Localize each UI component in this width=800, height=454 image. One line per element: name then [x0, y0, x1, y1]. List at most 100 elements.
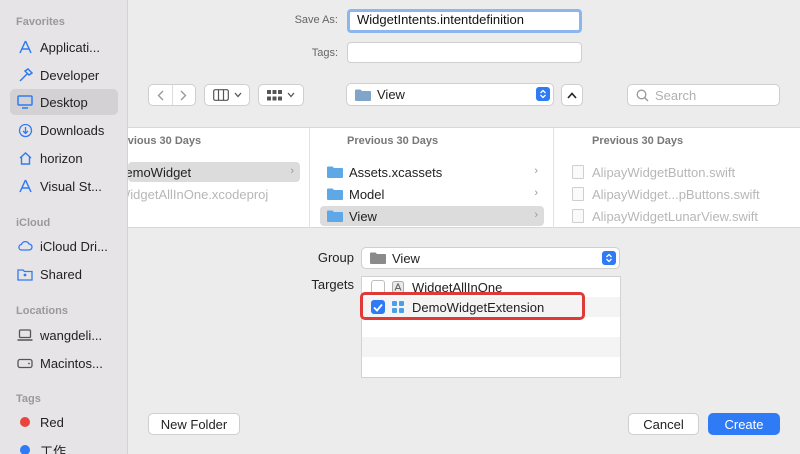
harddisk-icon: [16, 358, 34, 369]
column-header: Previous 30 Days: [128, 135, 202, 147]
location-popup[interactable]: View: [346, 83, 554, 106]
chevron-down-icon: [287, 92, 295, 98]
sidebar-item-tag-work[interactable]: 工作: [10, 437, 118, 454]
folder-icon: [327, 166, 343, 178]
chevron-left-icon: [157, 90, 164, 100]
tags-field[interactable]: [347, 42, 582, 63]
swift-file-icon: [572, 209, 584, 223]
sidebar-item-label: Red: [40, 414, 64, 430]
sidebar-item-macintosh-hd[interactable]: Macintos...: [10, 350, 118, 376]
empty-row: [362, 337, 620, 357]
column-header: Previous 30 Days: [592, 135, 684, 147]
sidebar-item-label: Downloads: [40, 122, 105, 138]
cloud-icon: [16, 240, 34, 252]
column-browser: Previous 30 Days DemoWidget › WidgetAllI…: [128, 127, 800, 228]
collapse-button[interactable]: [561, 84, 583, 106]
sidebar: Favorites Applicati... Developer Desktop…: [0, 0, 128, 454]
chevron-up-icon: [567, 91, 577, 99]
save-as-label: Save As:: [294, 14, 338, 26]
list-item-label: DemoWidget: [128, 164, 192, 180]
folder-icon: [355, 89, 371, 101]
group-popup[interactable]: View: [361, 247, 620, 269]
sidebar-item-shared[interactable]: Shared: [10, 261, 118, 287]
list-item[interactable]: View ›: [320, 206, 544, 226]
sidebar-item-applications[interactable]: Applicati...: [10, 34, 118, 60]
search-icon: [636, 89, 649, 101]
home-icon: [16, 151, 34, 166]
chevron-right-icon: ›: [534, 187, 538, 199]
sidebar-item-label: iCloud Dri...: [40, 238, 108, 254]
view-mode-button[interactable]: [204, 84, 250, 106]
sidebar-item-desktop[interactable]: Desktop: [10, 89, 118, 115]
columns-view-icon: [212, 89, 229, 101]
chevron-right-icon: ›: [534, 209, 538, 221]
laptop-icon: [16, 329, 34, 341]
save-dialog: Save As: WidgetIntents.intentdefinition …: [128, 0, 800, 454]
list-item: AlipayWidgetLunarView.swift: [572, 206, 792, 226]
list-item-label: AlipayWidgetButton.swift: [592, 164, 736, 180]
browser-column: Previous 30 Days DemoWidget › WidgetAllI…: [128, 128, 310, 228]
sidebar-item-visual-studio[interactable]: Visual St...: [10, 173, 118, 199]
list-item[interactable]: Model ›: [320, 184, 544, 204]
forward-button[interactable]: [171, 85, 196, 105]
sidebar-item-label: Macintos...: [40, 355, 103, 371]
back-button[interactable]: [149, 85, 172, 105]
sidebar-item-label: Visual St...: [40, 178, 102, 194]
applications-icon: [16, 40, 34, 55]
sidebar-item-developer[interactable]: Developer: [10, 62, 118, 88]
chevron-right-icon: [180, 90, 187, 100]
tag-blue-icon: [16, 445, 34, 454]
column-header: Previous 30 Days: [347, 135, 439, 147]
list-item-label: Assets.xcassets: [349, 164, 443, 180]
save-as-field[interactable]: WidgetIntents.intentdefinition: [347, 9, 582, 33]
grid-icon: [267, 89, 282, 100]
folder-icon: [327, 188, 343, 200]
search-placeholder: Search: [655, 87, 697, 103]
empty-row: [362, 317, 620, 337]
browser-column: Previous 30 Days Assets.xcassets › Model…: [310, 128, 554, 228]
group-value: View: [392, 250, 420, 266]
shared-folder-icon: [16, 268, 34, 281]
hammer-icon: [16, 67, 34, 83]
chevron-right-icon: ›: [290, 165, 294, 177]
tags-label: Tags:: [311, 47, 338, 59]
tag-color-dot: [20, 445, 30, 454]
sidebar-item-horizon[interactable]: horizon: [10, 145, 118, 171]
list-item-label: AlipayWidgetLunarView.swift: [592, 208, 758, 224]
list-item-label: AlipayWidget...pButtons.swift: [592, 186, 760, 202]
swift-file-icon: [572, 187, 584, 201]
list-item[interactable]: Assets.xcassets ›: [320, 162, 544, 182]
sidebar-item-icloud-drive[interactable]: iCloud Dri...: [10, 233, 118, 259]
sidebar-item-downloads[interactable]: Downloads: [10, 117, 118, 143]
desktop-icon: [16, 95, 34, 109]
list-item[interactable]: DemoWidget ›: [128, 162, 300, 182]
create-button[interactable]: Create: [708, 413, 780, 435]
cancel-button[interactable]: Cancel: [628, 413, 699, 435]
targets-label: Targets: [311, 277, 354, 292]
list-item-label: WidgetAllInOne.xcodeproj: [128, 186, 269, 202]
location-value: View: [377, 87, 405, 102]
search-field[interactable]: Search: [627, 84, 780, 106]
sidebar-item-tag-red[interactable]: Red: [10, 409, 118, 435]
sidebar-item-label: horizon: [40, 150, 83, 166]
sidebar-item-label: Applicati...: [40, 39, 100, 55]
list-item: AlipayWidgetButton.swift: [572, 162, 792, 182]
popup-stepper-icon: [602, 251, 616, 265]
empty-row: [362, 357, 620, 377]
list-item[interactable]: WidgetAllInOne.xcodeproj: [128, 184, 300, 204]
applications-icon: [16, 179, 34, 194]
folder-icon: [327, 210, 343, 222]
chevron-right-icon: ›: [534, 165, 538, 177]
list-item-label: View: [349, 208, 377, 224]
back-forward-control: [148, 84, 196, 106]
sidebar-section-favorites: Favorites: [16, 16, 65, 28]
sidebar-item-label: wangdeli...: [40, 327, 103, 343]
sidebar-item-label: Shared: [40, 266, 82, 282]
tag-red-icon: [16, 417, 34, 427]
group-by-button[interactable]: [258, 84, 304, 106]
tag-color-dot: [20, 417, 30, 427]
new-folder-button[interactable]: New Folder: [148, 413, 240, 435]
group-label: Group: [317, 250, 354, 265]
sidebar-item-computer[interactable]: wangdeli...: [10, 322, 118, 348]
list-item-label: Model: [349, 186, 385, 202]
